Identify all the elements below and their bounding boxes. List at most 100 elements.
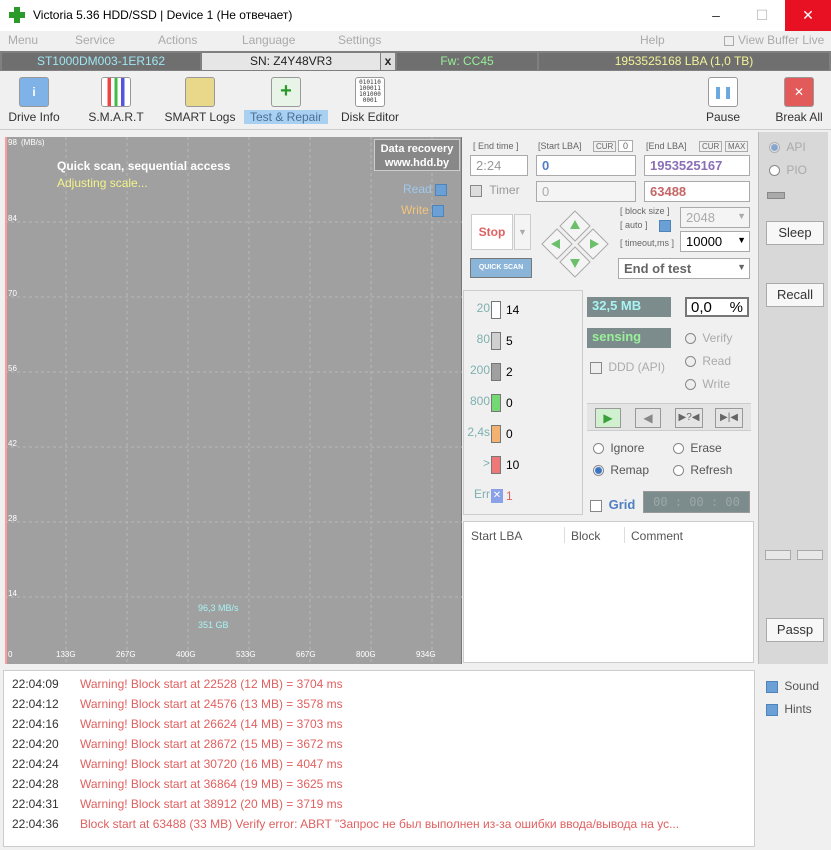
menu-item-help[interactable]: Help [640, 33, 665, 47]
stat-swatch [491, 425, 501, 443]
api-option[interactable]: API [769, 140, 806, 154]
y-tick-84: 84 [8, 214, 17, 223]
grid-toggle[interactable]: Grid [590, 497, 635, 512]
read-checkbox[interactable] [435, 183, 448, 196]
pio-radio[interactable] [769, 165, 780, 177]
ignore-radio[interactable] [593, 443, 604, 455]
menu-item-actions[interactable]: Actions [158, 33, 197, 47]
read-radio[interactable] [685, 356, 696, 368]
quick-scan-button[interactable]: QUICK SCAN [470, 258, 532, 278]
scanned-size: 32,5 MB [587, 297, 671, 317]
sleep-button[interactable]: Sleep [766, 221, 824, 245]
timer-checkbox[interactable] [470, 184, 482, 197]
current-speed: 96,3 MB/s [198, 603, 239, 613]
menu-item-service[interactable]: Service [75, 33, 115, 47]
menu-item-settings[interactable]: Settings [338, 33, 381, 47]
api-radio[interactable] [769, 142, 780, 154]
ignore-option[interactable]: Ignore [593, 441, 644, 455]
ddd-api-toggle[interactable]: DDD (API) [590, 360, 665, 374]
erase-radio[interactable] [673, 443, 684, 455]
chevron-down-icon: ▼ [737, 262, 746, 272]
timer-toggle[interactable]: Timer [470, 183, 520, 197]
remap-option[interactable]: Remap [593, 463, 649, 477]
small-button-right[interactable] [797, 550, 823, 560]
read-toggle[interactable]: Read [403, 182, 448, 196]
y-unit-label: (MB/s) [21, 138, 45, 147]
sound-checkbox[interactable] [766, 680, 778, 693]
stat-swatch [491, 332, 501, 350]
grid-checkbox[interactable] [590, 499, 602, 512]
end-mode-select[interactable]: End of test ▼ [618, 258, 750, 279]
log-row: 22:04:28 Warning! Block start at 36864 (1… [12, 777, 343, 791]
hints-toggle[interactable]: Hints [766, 702, 812, 716]
refresh-option[interactable]: Refresh [673, 463, 732, 477]
end-time-spinner[interactable]: 2:24 [470, 155, 528, 176]
write-radio[interactable] [685, 379, 696, 391]
pause-button[interactable]: ❚❚ Pause [698, 75, 748, 129]
stat-swatch [491, 394, 501, 412]
break-all-button[interactable]: ✕ Break All [772, 75, 826, 129]
scan-graph[interactable]: 98 (MB/s) 84 70 56 42 28 14 0 133G 267G … [5, 137, 462, 664]
event-log[interactable]: 22:04:09 Warning! Block start at 22528 (1… [3, 670, 755, 847]
sound-toggle[interactable]: Sound [766, 679, 819, 693]
erase-option[interactable]: Erase [673, 441, 722, 455]
recall-button[interactable]: Recall [766, 283, 824, 307]
block-size-select[interactable]: 2048 ▼ [680, 207, 750, 228]
timeout-label: [ timeout,ms ] [620, 238, 675, 248]
close-button[interactable]: ✕ [785, 0, 831, 31]
menu-item-language[interactable]: Language [242, 33, 295, 47]
maximize-button[interactable]: ☐ [739, 0, 785, 31]
butterfly-icon[interactable]: ▶|◀ [715, 408, 743, 428]
hints-checkbox[interactable] [766, 703, 778, 716]
menu-item-menu[interactable]: Menu [8, 33, 38, 47]
remap-radio[interactable] [593, 465, 604, 477]
log-row: 22:04:31 Warning! Block start at 38912 (2… [12, 797, 343, 811]
write-checkbox[interactable] [432, 204, 445, 217]
bad-block-list[interactable]: Start LBA Block Comment [463, 521, 754, 663]
current-position: 351 GB [198, 620, 229, 630]
log-row: 22:04:20 Warning! Block start at 28672 (1… [12, 737, 343, 751]
minimize-button[interactable]: – [693, 0, 739, 31]
stat-swatch [491, 301, 501, 319]
drive-serial[interactable]: SN: Z4Y48VR3 [202, 53, 380, 70]
random-seek-icon[interactable]: ▶?◀ [675, 408, 703, 428]
log-options: Sound Hints [758, 670, 828, 847]
drive-model[interactable]: ST1000DM003-1ER162 [2, 53, 200, 70]
play-icon[interactable]: ▶ [595, 408, 621, 428]
close-device-button[interactable]: x [381, 53, 395, 70]
window-title: Victoria 5.36 HDD/SSD | Device 1 (Не отв… [33, 8, 293, 22]
end-lba-input[interactable]: 1953525167 [644, 155, 750, 176]
rewind-icon[interactable]: ◀ [635, 408, 661, 428]
timeout-select[interactable]: 10000 ▼ [680, 231, 750, 252]
disk-editor-button[interactable]: 010110 100011 101000 0001 Disk Editor [338, 75, 402, 129]
pio-option[interactable]: PIO [769, 163, 807, 177]
data-recovery-badge[interactable]: Data recovery www.hdd.by [374, 139, 460, 171]
auto-checkbox[interactable] [659, 220, 671, 232]
smart-logs-button[interactable]: SMART Logs [164, 75, 236, 129]
end-cur-button[interactable]: CUR [699, 141, 723, 152]
test-repair-button[interactable]: + Test & Repair [243, 75, 329, 129]
verify-radio[interactable] [685, 333, 696, 345]
stop-dropdown[interactable]: ▼ [514, 214, 531, 250]
direction-pad-icon[interactable] [540, 209, 610, 279]
drive-info-button[interactable]: i Drive Info [4, 75, 64, 129]
passp-button[interactable]: Passp [766, 618, 824, 642]
drive-firmware: Fw: CC45 [397, 53, 537, 70]
y-tick-56: 56 [8, 364, 17, 373]
read-option[interactable]: Read [685, 354, 731, 368]
ddd-api-checkbox[interactable] [590, 361, 602, 374]
y-tick-42: 42 [8, 439, 17, 448]
y-tick-0: 0 [8, 650, 13, 659]
refresh-radio[interactable] [673, 465, 684, 477]
view-buffer-live[interactable]: View Buffer Live [738, 33, 824, 47]
start-lba-input[interactable]: 0 [536, 155, 636, 176]
end-max-button[interactable]: MAX [725, 141, 749, 152]
start-cur-button[interactable]: CUR [593, 141, 617, 152]
verify-option[interactable]: Verify [685, 331, 732, 345]
small-button-left[interactable] [765, 550, 791, 560]
write-toggle[interactable]: Write [401, 203, 445, 217]
write-option[interactable]: Write [685, 377, 730, 391]
smart-button[interactable]: S.M.A.R.T [84, 75, 148, 129]
stop-button[interactable]: Stop [471, 214, 513, 250]
y-tick-28: 28 [8, 514, 17, 523]
